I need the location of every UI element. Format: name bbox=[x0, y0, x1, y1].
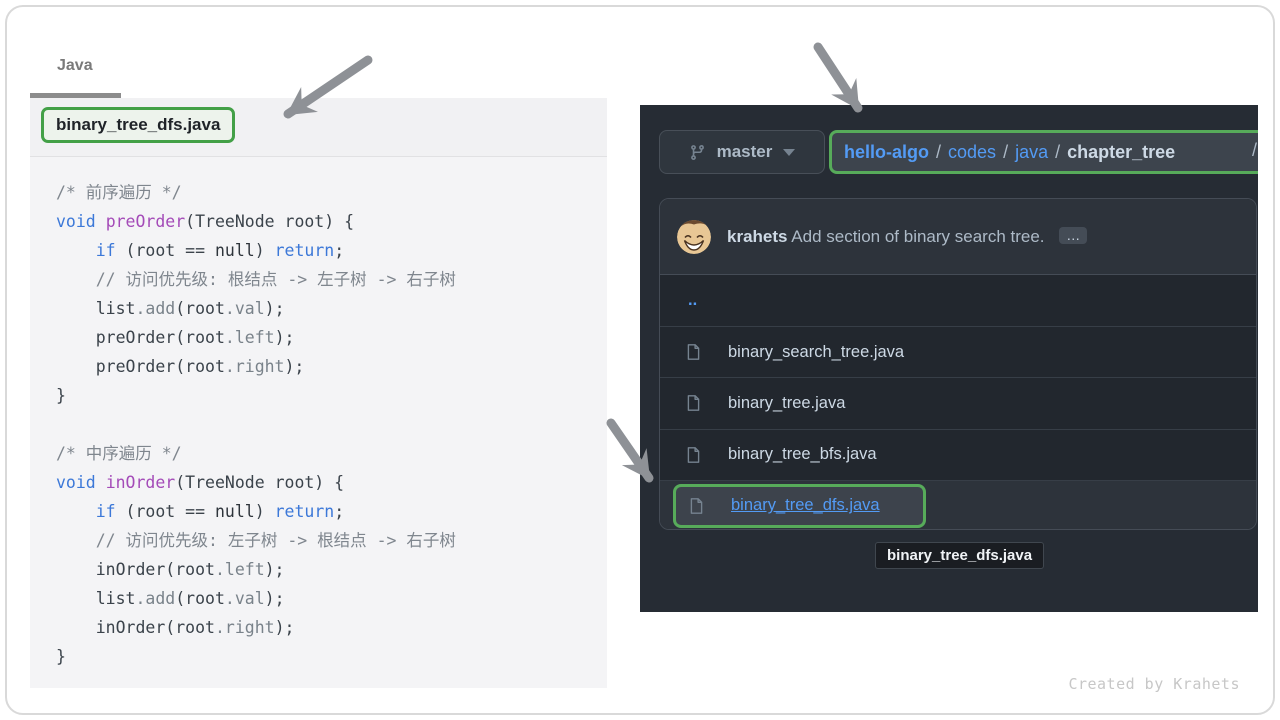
file-link[interactable]: binary_tree_bfs.java bbox=[728, 445, 877, 464]
parent-directory-link[interactable]: .. bbox=[688, 291, 697, 310]
code-block: /* 前序遍历 */void preOrder(TreeNode root) {… bbox=[30, 157, 607, 671]
breadcrumb-separator: / bbox=[1055, 142, 1060, 163]
breadcrumb-segment-hello-algo[interactable]: hello-algo bbox=[844, 142, 929, 163]
commit-author[interactable]: krahets bbox=[727, 227, 787, 246]
avatar[interactable] bbox=[677, 220, 711, 254]
tab-java[interactable]: Java bbox=[57, 57, 93, 75]
breadcrumb-segment-chapter_tree: chapter_tree bbox=[1067, 142, 1175, 163]
code-line: void inOrder(TreeNode root) { bbox=[56, 468, 599, 497]
code-line: preOrder(root.left); bbox=[56, 323, 599, 352]
code-line bbox=[56, 410, 599, 439]
file-row[interactable]: binary_search_tree.java bbox=[660, 326, 1256, 377]
git-branch-icon bbox=[689, 144, 706, 161]
filename-highlight-box: binary_tree_dfs.java bbox=[41, 107, 235, 143]
breadcrumb-segment-java[interactable]: java bbox=[1015, 142, 1048, 163]
breadcrumb: hello-algo / codes / java / chapter_tree bbox=[844, 142, 1175, 163]
file-highlight-box: binary_tree_dfs.java bbox=[673, 484, 926, 528]
code-line: if (root == null) return; bbox=[56, 497, 599, 526]
file-icon bbox=[688, 496, 705, 516]
breadcrumb-trailing-slash: / bbox=[1252, 140, 1257, 161]
breadcrumb-separator: / bbox=[1003, 142, 1008, 163]
code-line: // 访问优先级: 根结点 -> 左子树 -> 右子树 bbox=[56, 265, 599, 294]
code-line: list.add(root.val); bbox=[56, 294, 599, 323]
file-link[interactable]: binary_search_tree.java bbox=[728, 343, 904, 362]
file-icon bbox=[685, 445, 702, 465]
breadcrumb-separator: / bbox=[936, 142, 941, 163]
commit-text: krahets Add section of binary search tre… bbox=[727, 227, 1087, 247]
code-line: } bbox=[56, 381, 599, 410]
commit-message[interactable]: Add section of binary search tree. bbox=[791, 227, 1044, 246]
code-line: void preOrder(TreeNode root) { bbox=[56, 207, 599, 236]
code-line: if (root == null) return; bbox=[56, 236, 599, 265]
branch-selector-button[interactable]: master bbox=[659, 130, 825, 174]
breadcrumb-highlight-box: hello-algo / codes / java / chapter_tree bbox=[829, 130, 1258, 174]
branch-name: master bbox=[717, 142, 773, 162]
code-panel: binary_tree_dfs.java /* 前序遍历 */void preO… bbox=[30, 98, 607, 688]
code-line: } bbox=[56, 642, 599, 671]
file-row[interactable]: .. bbox=[660, 275, 1256, 326]
file-row[interactable]: binary_tree_bfs.java bbox=[660, 429, 1256, 480]
code-line: /* 中序遍历 */ bbox=[56, 439, 599, 468]
file-list: .. binary_search_tree.java binary_tree.jav… bbox=[660, 275, 1256, 530]
commit-expand-button[interactable]: … bbox=[1059, 227, 1087, 244]
code-line: // 访问优先级: 左子树 -> 根结点 -> 右子树 bbox=[56, 526, 599, 555]
code-line: list.add(root.val); bbox=[56, 584, 599, 613]
file-link[interactable]: binary_tree.java bbox=[728, 394, 845, 413]
code-line: /* 前序遍历 */ bbox=[56, 178, 599, 207]
chevron-down-icon bbox=[783, 149, 795, 156]
code-line: inOrder(root.left); bbox=[56, 555, 599, 584]
credit-text: Created by Krahets bbox=[1068, 675, 1240, 693]
file-row[interactable]: binary_tree_dfs.java bbox=[660, 480, 1256, 530]
file-list-container: krahets Add section of binary search tre… bbox=[659, 198, 1257, 530]
repo-browser-panel: master hello-algo / codes / java / chapter_tre… bbox=[640, 105, 1258, 612]
file-icon bbox=[685, 393, 702, 413]
code-line: preOrder(root.right); bbox=[56, 352, 599, 381]
code-line: inOrder(root.right); bbox=[56, 613, 599, 642]
file-link[interactable]: binary_tree_dfs.java bbox=[731, 496, 880, 515]
breadcrumb-segment-codes[interactable]: codes bbox=[948, 142, 996, 163]
code-panel-header: binary_tree_dfs.java bbox=[30, 98, 607, 157]
filename-tooltip: binary_tree_dfs.java bbox=[875, 542, 1044, 569]
commit-header: krahets Add section of binary search tre… bbox=[660, 199, 1256, 275]
file-icon bbox=[685, 342, 702, 362]
file-row[interactable]: binary_tree.java bbox=[660, 377, 1256, 428]
code-filename: binary_tree_dfs.java bbox=[56, 115, 220, 134]
